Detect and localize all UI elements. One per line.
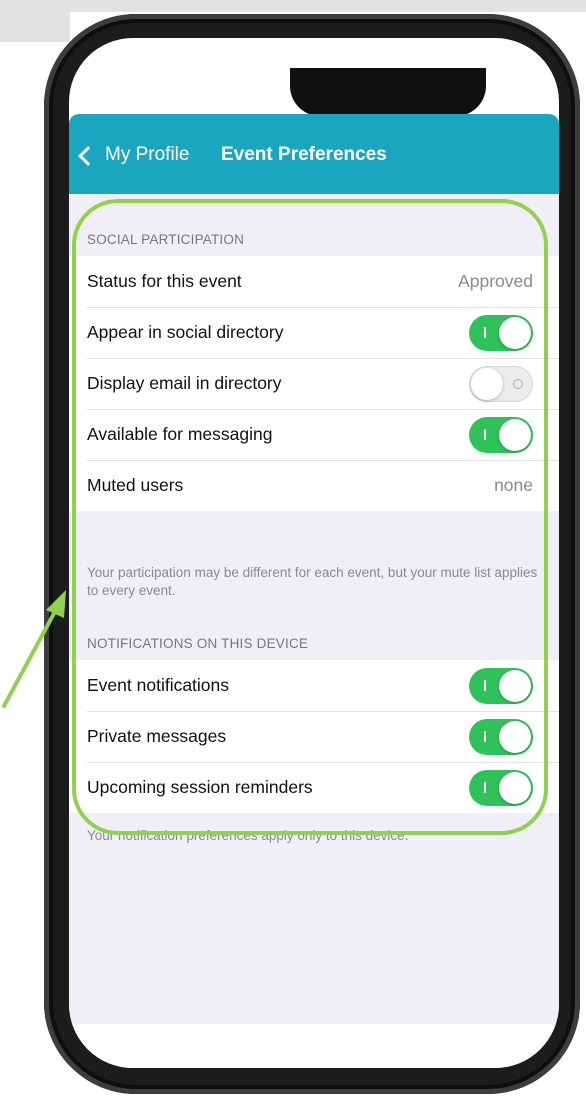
row-session-reminders: Upcoming session reminders <box>69 762 559 813</box>
section-header-notifications: NOTIFICATIONS ON THIS DEVICE <box>87 636 309 651</box>
row-appear-in-directory: Appear in social directory <box>69 307 559 358</box>
event-notifications-toggle[interactable] <box>469 667 533 704</box>
muted-users-value: none <box>494 475 533 495</box>
settings-content: SOCIAL PARTICIPATION Status for this eve… <box>69 194 559 1068</box>
available-for-messaging-toggle[interactable] <box>469 416 533 453</box>
toggle-knob <box>499 316 531 349</box>
session-reminders-toggle[interactable] <box>469 769 533 806</box>
status-value: Approved <box>458 271 533 291</box>
toggle-on-mark <box>484 428 486 440</box>
toggle-knob <box>471 367 503 400</box>
row-label: Muted users <box>87 475 184 495</box>
toggle-on-mark <box>484 781 486 793</box>
row-status: Status for this event Approved <box>69 256 559 307</box>
row-label: Private messages <box>87 726 227 746</box>
toggle-knob <box>499 418 531 451</box>
notifications-footer-note: Your notification preferences apply only… <box>87 828 409 843</box>
toggle-on-mark <box>484 679 486 691</box>
row-available-for-messaging: Available for messaging <box>69 409 559 460</box>
page-title: Event Preferences <box>221 144 387 165</box>
toggle-on-mark <box>484 326 486 338</box>
toggle-on-mark <box>484 730 486 742</box>
back-button[interactable]: My Profile <box>78 144 190 166</box>
toggle-off-mark <box>513 378 523 389</box>
social-participation-group: Status for this event Approved Appear in… <box>69 256 559 511</box>
row-event-notifications: Event notifications <box>69 660 559 711</box>
section-header-social: SOCIAL PARTICIPATION <box>87 232 245 247</box>
row-label: Status for this event <box>87 271 242 291</box>
bottom-bar <box>69 1024 559 1068</box>
row-label: Display email in directory <box>87 373 282 393</box>
top-strip-corner <box>0 0 70 42</box>
social-footer-note: Your participation may be different for … <box>87 565 538 598</box>
appear-in-directory-toggle[interactable] <box>469 314 533 351</box>
chevron-left-icon <box>78 145 98 166</box>
phone-notch <box>290 68 486 116</box>
notifications-group: Event notifications Private messages Upc… <box>69 660 559 813</box>
toggle-knob <box>499 771 531 804</box>
top-strip <box>0 0 586 12</box>
row-label: Available for messaging <box>87 424 273 444</box>
display-email-toggle[interactable] <box>469 365 533 402</box>
row-private-messages: Private messages <box>69 711 559 762</box>
row-label: Appear in social directory <box>87 322 284 342</box>
row-label: Event notifications <box>87 675 230 695</box>
private-messages-toggle[interactable] <box>469 718 533 755</box>
row-muted-users[interactable]: Muted users none <box>69 460 559 511</box>
row-label: Upcoming session reminders <box>87 777 313 797</box>
back-button-label: My Profile <box>105 144 190 165</box>
row-display-email: Display email in directory <box>69 358 559 409</box>
toggle-knob <box>499 669 531 702</box>
phone-screen: My Profile Event Preferences SOCIAL PART… <box>69 38 559 1068</box>
toggle-knob <box>499 720 531 753</box>
